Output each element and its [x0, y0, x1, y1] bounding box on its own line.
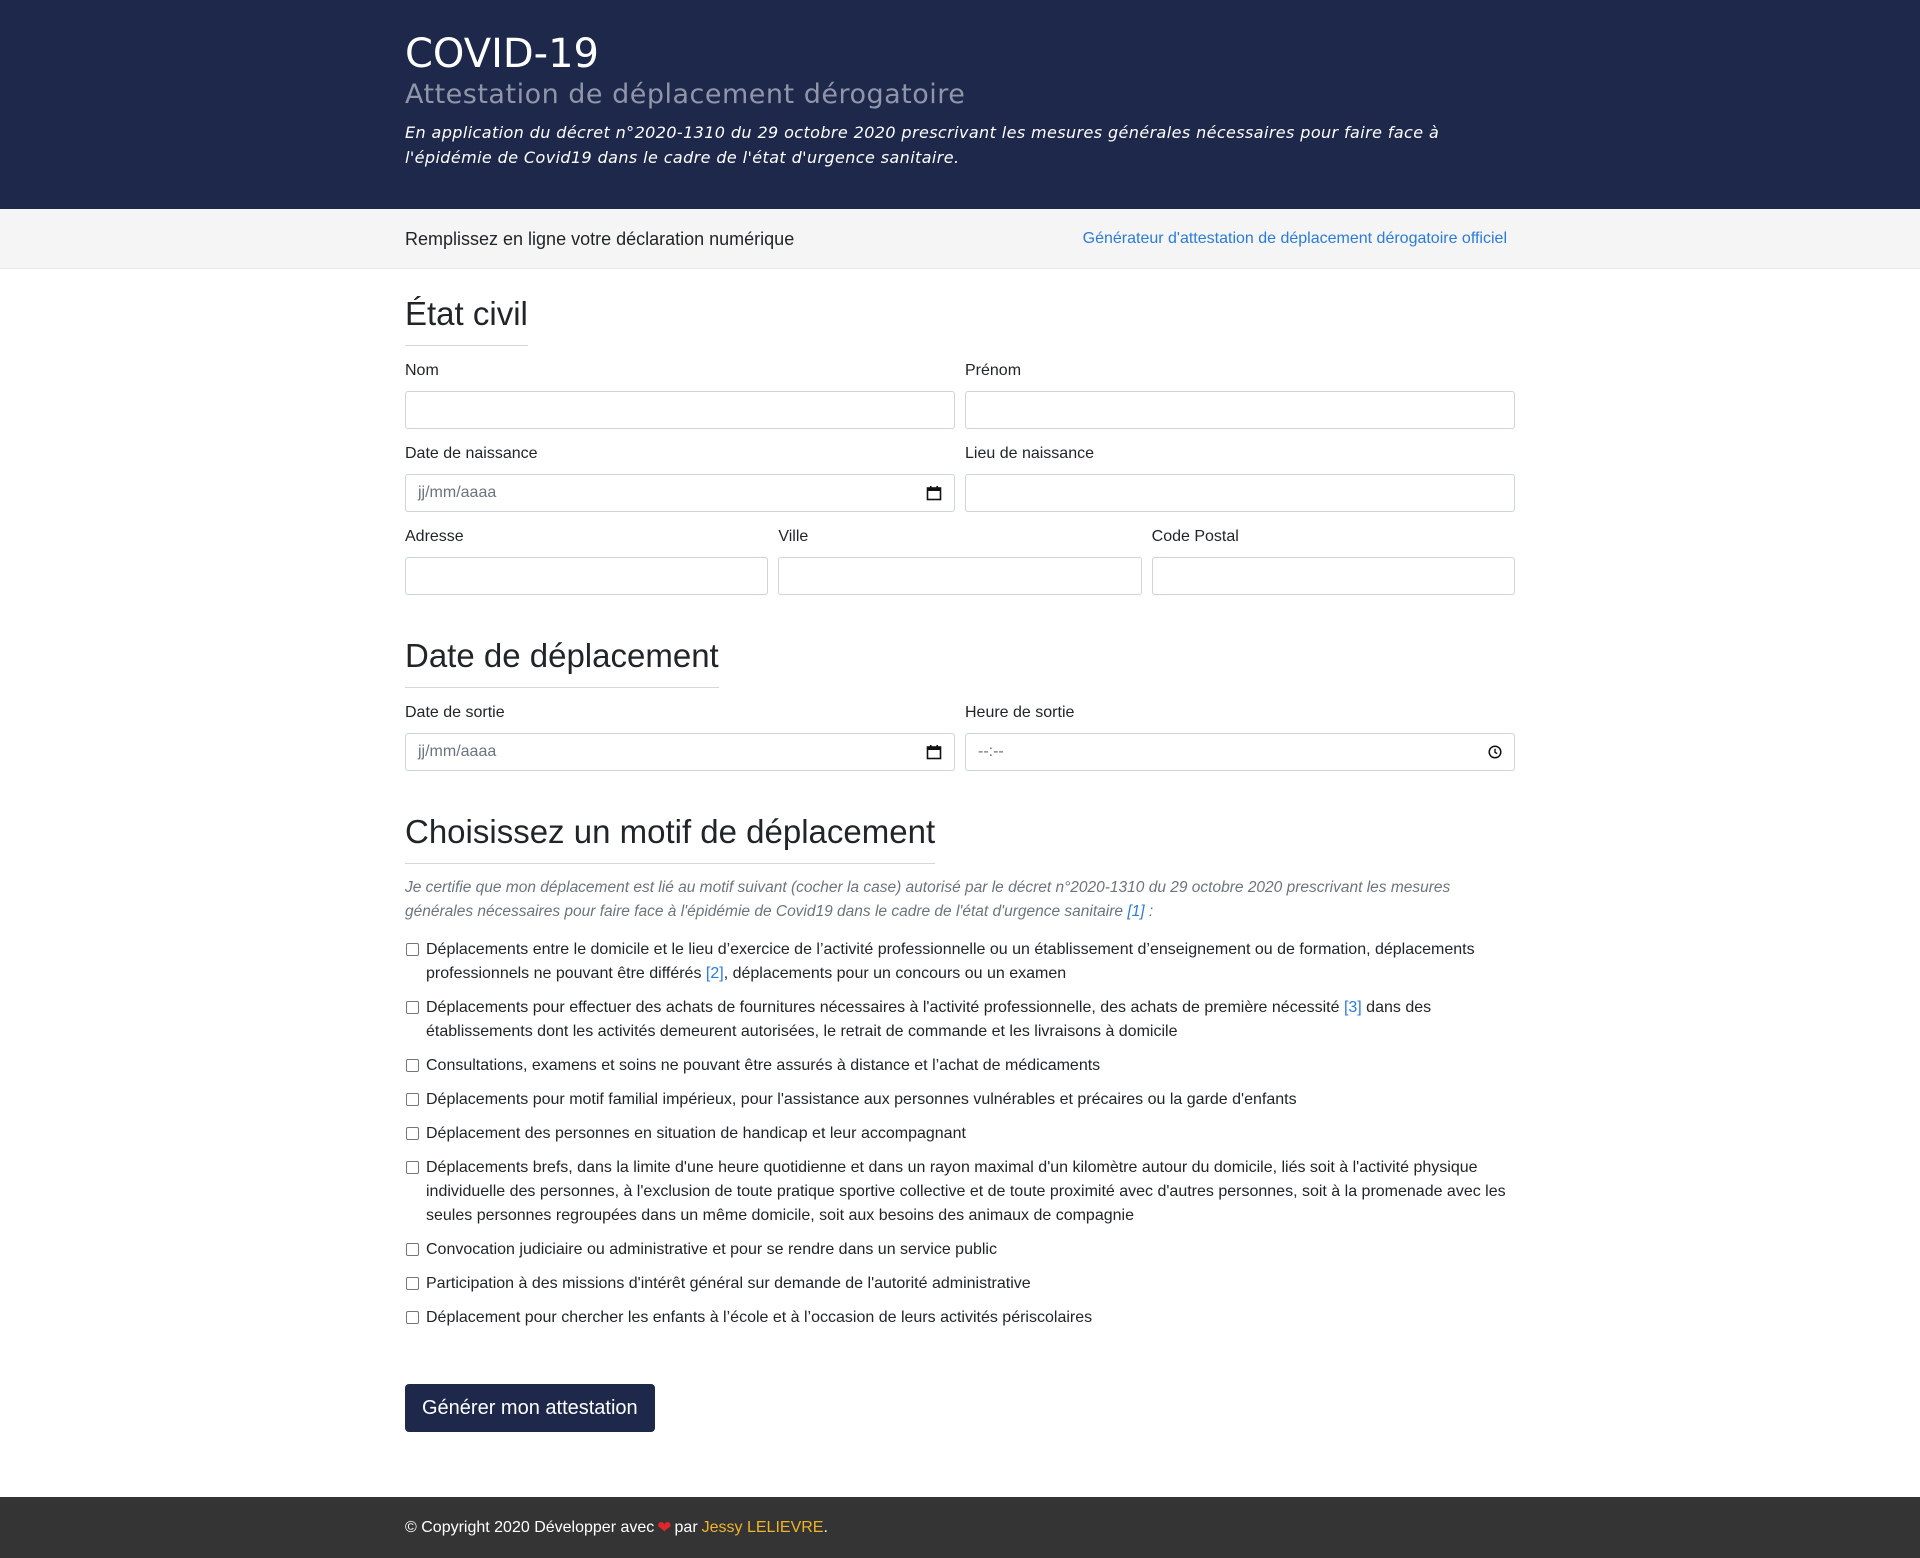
motif-label-sante: Consultations, examens et soins ne pouva…	[426, 1057, 1101, 1074]
nom-input[interactable]	[405, 391, 955, 429]
motif-label-famille: Déplacements pour motif familial impérie…	[426, 1091, 1297, 1108]
adresse-input[interactable]	[405, 557, 769, 595]
ville-input[interactable]	[778, 557, 1142, 595]
motif-label-sport-animaux: Déplacements brefs, dans la limite d'une…	[426, 1159, 1506, 1224]
lieu-naissance-input[interactable]	[965, 474, 1515, 512]
date-naissance-input[interactable]: jj/mm/aaaa	[405, 474, 955, 512]
footer-end: .	[823, 1518, 828, 1536]
motif-list: Déplacements entre le domicile et le lie…	[405, 938, 1515, 1330]
page-footer: © Copyright 2020 Développer avec ❤ par J…	[0, 1497, 1920, 1558]
motif-disclaimer: Je certifie que mon déplacement est lié …	[405, 876, 1515, 924]
official-generator-link[interactable]: Générateur d'attestation de déplacement …	[1083, 230, 1507, 248]
motif-label-travail: Déplacements entre le domicile et le lie…	[426, 938, 1515, 986]
motif-checkbox-missions[interactable]	[406, 1277, 419, 1290]
header-intro: En application du décret n°2020-1310 du …	[405, 123, 1440, 167]
motif-item-enfants: Déplacement pour chercher les enfants à …	[405, 1306, 1515, 1330]
date-sortie-input[interactable]: jj/mm/aaaa	[405, 733, 955, 771]
code-postal-input[interactable]	[1151, 557, 1515, 595]
etat-civil-section: État civil Nom Prénom Date de naissance …	[405, 269, 1515, 595]
disclaimer-end: :	[1144, 903, 1154, 920]
motif-checkbox-handicap[interactable]	[406, 1127, 419, 1140]
motif-item-handicap: Déplacement des personnes en situation d…	[405, 1122, 1515, 1146]
code-postal-label: Code Postal	[1151, 528, 1239, 545]
motif-label-achats: Déplacements pour effectuer des achats d…	[426, 996, 1515, 1044]
form-main: État civil Nom Prénom Date de naissance …	[405, 269, 1515, 1432]
motif-checkbox-enfants[interactable]	[406, 1311, 419, 1324]
motif-checkbox-sante[interactable]	[406, 1059, 419, 1072]
motif-checkbox-famille[interactable]	[406, 1093, 419, 1106]
footer-par: par	[674, 1518, 698, 1536]
calendar-icon[interactable]	[926, 744, 942, 760]
date-deplacement-section: Date de déplacement Date de sortie jj/mm…	[405, 635, 1515, 771]
motif-section: Choisissez un motif de déplacement Je ce…	[405, 811, 1515, 1432]
author-link[interactable]: Jessy LELIEVRE	[702, 1519, 824, 1537]
date-naissance-placeholder: jj/mm/aaaa	[418, 484, 497, 501]
date-deplacement-title: Date de déplacement	[405, 635, 719, 688]
subnav-lead: Remplissez en ligne votre déclaration nu…	[405, 228, 795, 249]
page-header: COVID-19 Attestation de déplacement déro…	[0, 0, 1920, 209]
subnav: Remplissez en ligne votre déclaration nu…	[0, 209, 1920, 269]
heure-sortie-input[interactable]: --:--	[965, 733, 1515, 771]
adresse-label: Adresse	[405, 528, 464, 545]
generate-attestation-button[interactable]: Générer mon attestation	[405, 1384, 655, 1432]
nom-label: Nom	[405, 362, 439, 379]
motif-item-sante: Consultations, examens et soins ne pouva…	[405, 1054, 1515, 1078]
footnote-link-2[interactable]: [2]	[706, 965, 724, 982]
motif-checkbox-sport-animaux[interactable]	[406, 1161, 419, 1174]
motif-label-missions: Participation à des missions d'intérêt g…	[426, 1275, 1031, 1292]
ville-label: Ville	[778, 528, 809, 545]
clock-icon[interactable]	[1488, 745, 1502, 759]
heure-sortie-label: Heure de sortie	[965, 704, 1075, 721]
motif-text-part: , déplacements pour un concours ou un ex…	[723, 965, 1067, 982]
heart-icon: ❤	[657, 1517, 672, 1537]
motif-item-convocation: Convocation judiciaire ou administrative…	[405, 1238, 1515, 1262]
disclaimer-text: Je certifie que mon déplacement est lié …	[405, 879, 1451, 920]
etat-civil-title: État civil	[405, 293, 528, 346]
footnote-link-1[interactable]: [1]	[1127, 903, 1144, 920]
motif-text-part: Déplacements pour effectuer des achats d…	[426, 999, 1344, 1016]
date-naissance-label: Date de naissance	[405, 445, 538, 462]
page-title: COVID-19	[405, 31, 600, 77]
footer-copyright: © Copyright 2020 Développer avec	[405, 1518, 655, 1536]
date-sortie-placeholder: jj/mm/aaaa	[418, 743, 497, 760]
motif-label-convocation: Convocation judiciaire ou administrative…	[426, 1241, 997, 1258]
motif-label-handicap: Déplacement des personnes en situation d…	[426, 1125, 966, 1142]
motif-label-enfants: Déplacement pour chercher les enfants à …	[426, 1309, 1093, 1326]
footnote-link-3[interactable]: [3]	[1344, 999, 1362, 1016]
prenom-label: Prénom	[965, 362, 1022, 379]
page-subtitle: Attestation de déplacement dérogatoire	[405, 79, 966, 110]
motif-item-travail: Déplacements entre le domicile et le lie…	[405, 938, 1515, 986]
motif-item-achats: Déplacements pour effectuer des achats d…	[405, 996, 1515, 1044]
date-sortie-label: Date de sortie	[405, 704, 505, 721]
motif-checkbox-convocation[interactable]	[406, 1243, 419, 1256]
motif-checkbox-travail[interactable]	[406, 943, 419, 956]
motif-checkbox-achats[interactable]	[406, 1001, 419, 1014]
calendar-icon[interactable]	[926, 485, 942, 501]
motif-title: Choisissez un motif de déplacement	[405, 811, 936, 864]
lieu-naissance-label: Lieu de naissance	[965, 445, 1094, 462]
motif-item-famille: Déplacements pour motif familial impérie…	[405, 1088, 1515, 1112]
motif-item-missions: Participation à des missions d'intérêt g…	[405, 1272, 1515, 1296]
prenom-input[interactable]	[965, 391, 1515, 429]
heure-sortie-placeholder: --:--	[978, 743, 1004, 760]
motif-item-sport-animaux: Déplacements brefs, dans la limite d'une…	[405, 1156, 1515, 1228]
